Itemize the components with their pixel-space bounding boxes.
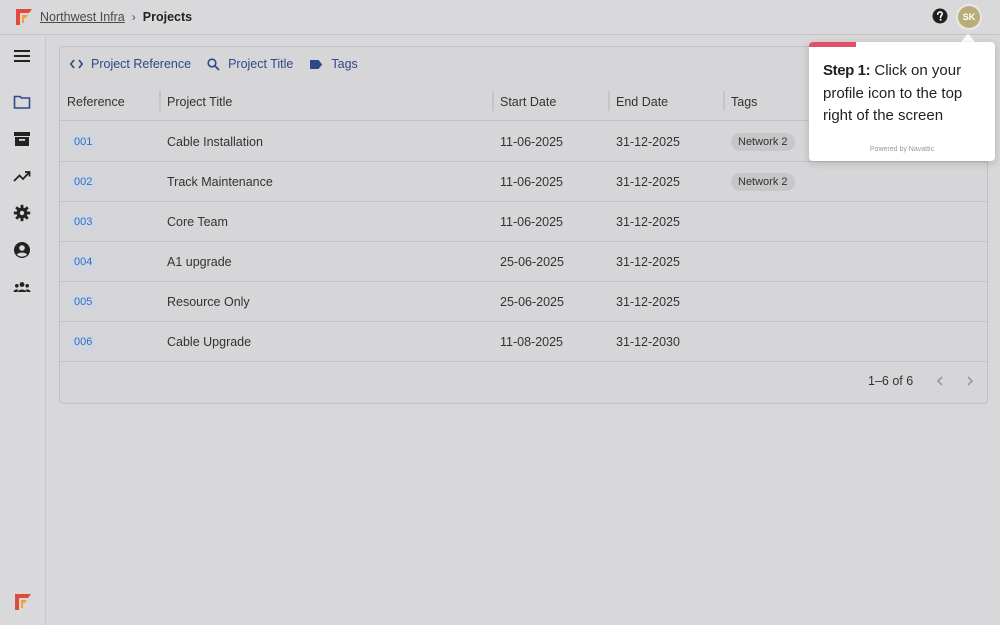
- column-divider[interactable]: [159, 91, 161, 111]
- filter-tags[interactable]: Tags: [309, 57, 358, 71]
- chevron-left-icon[interactable]: [933, 374, 947, 388]
- account-circle-icon[interactable]: [13, 241, 31, 259]
- project-title-cell: A1 upgrade: [167, 255, 232, 269]
- powered-by-label[interactable]: Powered by Navattic: [809, 146, 995, 153]
- start-date-cell: 11-06-2025: [500, 175, 564, 189]
- end-date-cell: 31-12-2025: [616, 295, 680, 309]
- search-icon: [207, 57, 220, 71]
- breadcrumb-separator: ›: [131, 10, 136, 24]
- start-date-cell: 25-06-2025: [500, 295, 564, 309]
- project-title-cell: Resource Only: [167, 295, 250, 309]
- filter-project-title[interactable]: Project Title: [207, 57, 293, 71]
- filter-bar: Project Reference Project Title Tags: [70, 57, 374, 71]
- column-header-end-date[interactable]: End Date: [616, 95, 668, 109]
- tag-chip: Network 2: [731, 133, 795, 151]
- end-date-cell: 31-12-2025: [616, 135, 680, 149]
- end-date-cell: 31-12-2025: [616, 175, 680, 189]
- table-row[interactable]: 002 Track Maintenance 11-06-2025 31-12-2…: [60, 162, 987, 202]
- start-date-cell: 11-06-2025: [500, 215, 564, 229]
- help-icon[interactable]: [932, 8, 948, 24]
- breadcrumb-current: Projects: [142, 10, 193, 24]
- reference-chip[interactable]: 001: [68, 133, 99, 151]
- table-row[interactable]: 005 Resource Only 25-06-2025 31-12-2025: [60, 282, 987, 322]
- end-date-cell: 31-12-2030: [616, 335, 680, 349]
- sidebar-logo: [15, 594, 31, 610]
- code-icon: [70, 59, 83, 69]
- reference-chip[interactable]: 004: [68, 253, 99, 271]
- folder-icon[interactable]: [13, 93, 31, 111]
- filter-project-reference[interactable]: Project Reference: [70, 57, 191, 71]
- reference-chip[interactable]: 005: [68, 293, 99, 311]
- project-title-cell: Cable Installation: [167, 135, 263, 149]
- pagination-range: 1–6 of 6: [868, 374, 914, 388]
- app-logo[interactable]: [16, 9, 32, 25]
- column-divider[interactable]: [608, 91, 610, 111]
- table-row[interactable]: 003 Core Team 11-06-2025 31-12-2025: [60, 202, 987, 242]
- start-date-cell: 11-06-2025: [500, 135, 564, 149]
- column-header-project-title[interactable]: Project Title: [167, 95, 232, 109]
- column-header-start-date[interactable]: Start Date: [500, 95, 556, 109]
- start-date-cell: 11-08-2025: [500, 335, 564, 349]
- reference-chip[interactable]: 003: [68, 213, 99, 231]
- gear-icon[interactable]: [13, 204, 31, 222]
- tag-chip: Network 2: [731, 173, 795, 191]
- end-date-cell: 31-12-2025: [616, 215, 680, 229]
- filter-project-title-label: Project Title: [228, 57, 294, 71]
- profile-avatar[interactable]: SK: [958, 6, 980, 28]
- walkthrough-tooltip: Step 1: Click on your profile icon to th…: [809, 42, 995, 161]
- tag-icon: [310, 59, 323, 69]
- column-header-reference[interactable]: Reference: [67, 95, 125, 109]
- column-divider[interactable]: [492, 91, 494, 111]
- column-divider[interactable]: [723, 91, 725, 111]
- reference-chip[interactable]: 006: [68, 333, 99, 351]
- start-date-cell: 25-06-2025: [500, 255, 564, 269]
- menu-icon[interactable]: [13, 47, 31, 65]
- project-title-cell: Core Team: [167, 215, 228, 229]
- tooltip-text: Step 1: Click on your profile icon to th…: [823, 60, 985, 128]
- chevron-right-icon[interactable]: [963, 374, 977, 388]
- filter-tags-label: Tags: [331, 57, 358, 71]
- trending-up-icon[interactable]: [13, 167, 31, 185]
- breadcrumb: Northwest Infra › Projects: [40, 10, 192, 24]
- reference-chip[interactable]: 002: [68, 173, 99, 191]
- filter-project-reference-label: Project Reference: [91, 57, 192, 71]
- tooltip-step-label: Step 1:: [823, 62, 871, 79]
- project-title-cell: Cable Upgrade: [167, 335, 252, 349]
- tooltip-progress-bar: [809, 42, 856, 47]
- table-row[interactable]: 006 Cable Upgrade 11-08-2025 31-12-2030: [60, 322, 987, 362]
- archive-icon[interactable]: [13, 130, 31, 148]
- group-icon[interactable]: [13, 278, 31, 296]
- table-row[interactable]: 004 A1 upgrade 25-06-2025 31-12-2025: [60, 242, 987, 282]
- sidebar: [0, 35, 46, 625]
- project-title-cell: Track Maintenance: [167, 175, 273, 189]
- end-date-cell: 31-12-2025: [616, 255, 680, 269]
- top-bar: Northwest Infra › Projects SK: [0, 0, 1000, 35]
- breadcrumb-root-link[interactable]: Northwest Infra: [40, 10, 125, 24]
- column-header-tags[interactable]: Tags: [731, 95, 757, 109]
